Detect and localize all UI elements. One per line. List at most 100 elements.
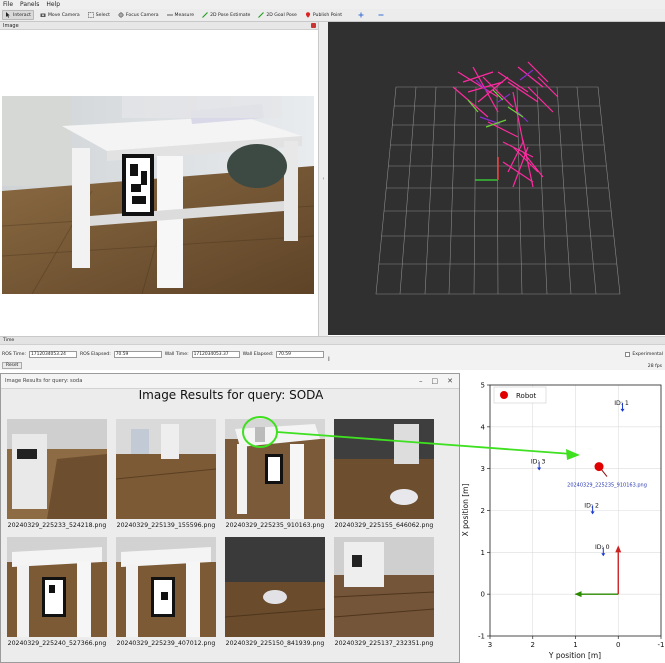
result-thumbnail-3[interactable] (225, 419, 325, 519)
menu-panels[interactable]: Panels (20, 0, 39, 9)
close-icon[interactable] (311, 23, 316, 28)
y-tick-label: 1 (481, 549, 485, 557)
experimental-label: Experimental (632, 352, 663, 357)
measure-icon (166, 14, 173, 16)
result-caption-7: 20240329_225150_841939.png (225, 640, 325, 647)
legend-robot-label: Robot (516, 392, 537, 400)
tool-interact[interactable]: Interact (2, 10, 34, 20)
menu-file[interactable]: File (3, 0, 13, 9)
wall-time-label: Wall Time: (164, 352, 189, 357)
result-caption-5: 20240329_225240_527366.png (7, 640, 107, 647)
x-tick-label: 1 (573, 641, 577, 649)
image-panel-title: Image (0, 22, 318, 30)
tool-goal-pose[interactable]: 2D Goal Pose (256, 10, 298, 20)
robot-position-marker (594, 462, 604, 472)
panel-splitter[interactable]: ‹ (319, 22, 328, 336)
maximize-icon[interactable]: □ (432, 377, 439, 385)
results-window-title: Image Results for query: soda (5, 378, 83, 384)
fps-readout: 28 fps (647, 364, 662, 369)
result-caption-1: 20240329_225233_524218.png (7, 522, 107, 529)
tool-select[interactable]: Select (86, 10, 112, 20)
robot-position-plot: 3 2 1 0 -1 -1 0 1 2 3 4 5 ID: 1 ID: 3 ID: 2 ID: 0 2024… (460, 373, 665, 663)
time-panel-title: Time (0, 337, 665, 345)
tool-label: 2D Goal Pose (266, 12, 297, 18)
goal-pose-icon (258, 12, 265, 18)
minimize-icon[interactable]: – (419, 377, 423, 385)
result-thumbnail-7[interactable] (225, 537, 325, 637)
tool-label: Select (95, 12, 110, 18)
tool-label: 2D Pose Estimate (210, 12, 251, 18)
interact-icon (6, 12, 10, 18)
tool-publish-point[interactable]: Publish Point (303, 10, 344, 20)
time-panel: Time ROS Time: 1712034053.24 ROS Elapsed… (0, 336, 665, 370)
y-tick-label: 3 (481, 465, 485, 473)
tool-move-camera[interactable]: Move Camera (38, 10, 82, 20)
result-caption-2: 20240329_225139_155596.png (116, 522, 216, 529)
time-fields-row: ROS Time: 1712034053.24 ROS Elapsed: 70.… (2, 351, 325, 358)
wall-elapsed-field[interactable]: 70.59 (276, 351, 325, 358)
experimental-toggle[interactable]: Experimental (625, 352, 663, 357)
x-tick-label: -1 (658, 641, 665, 649)
tool-measure[interactable]: Measure (165, 10, 197, 20)
y-axis-label: X position [m] (461, 484, 470, 537)
add-tool-icon (358, 12, 364, 18)
marker-id-label: ID: 1 (614, 400, 629, 407)
wall-elapsed-label: Wall Elapsed: (242, 352, 274, 357)
publish-point-icon (305, 12, 310, 18)
menu-bar: File Panels Help (0, 0, 665, 9)
result-thumbnail-5[interactable] (7, 537, 107, 637)
marker-id-label: ID: 3 (531, 458, 546, 465)
select-icon (87, 12, 94, 18)
close-icon[interactable]: ✕ (447, 377, 453, 385)
tool-label: Move Camera (47, 12, 80, 18)
tool-label: Interact (13, 12, 31, 18)
remove-tool-icon (378, 14, 384, 16)
y-tick-label: 5 (481, 382, 485, 390)
result-thumbnail-1[interactable] (7, 419, 107, 519)
reset-button[interactable]: Reset (2, 362, 23, 369)
x-tick-label: 3 (488, 641, 492, 649)
ros-time-label: ROS Time: (2, 352, 26, 357)
experimental-checkbox[interactable] (625, 352, 631, 357)
image-panel: Image (0, 22, 319, 336)
tool-pose-estimate[interactable]: 2D Pose Estimate (200, 10, 252, 20)
tool-label: Measure (174, 12, 195, 18)
y-tick-label: 4 (481, 423, 486, 431)
add-tool-button[interactable] (356, 10, 366, 20)
marker-id-label: ID: 0 (595, 544, 610, 551)
x-axis-label: Y position [m] (548, 651, 601, 660)
tool-label: Focus Camera (125, 12, 159, 18)
ros-elapsed-label: ROS Elapsed: (79, 352, 111, 357)
y-tick-label: 2 (481, 507, 485, 515)
y-tick-label: 0 (481, 591, 485, 599)
robot-image-label: 20240329_225235_910163.png (567, 483, 647, 489)
pose-estimate-icon (202, 12, 208, 18)
result-thumbnail-2[interactable] (116, 419, 216, 519)
move-camera-icon (40, 13, 46, 17)
result-thumbnail-8[interactable] (334, 537, 434, 637)
image-panel-title-text: Image (3, 23, 19, 29)
tool-focus-camera[interactable]: Focus Camera (116, 10, 161, 20)
result-thumbnail-6[interactable] (116, 537, 216, 637)
x-tick-label: 0 (616, 641, 620, 649)
window-controls: – □ ✕ (419, 377, 453, 385)
tool-label: Publish Point (312, 12, 343, 18)
ros-time-field[interactable]: 1712034053.24 (28, 351, 77, 358)
remove-tool-button[interactable] (376, 10, 386, 20)
result-thumbnail-4[interactable] (334, 419, 434, 519)
rviz-3d-viewport[interactable] (328, 22, 665, 335)
results-heading: Image Results for query: SODA (138, 388, 324, 402)
menu-help[interactable]: Help (46, 0, 60, 9)
result-caption-4: 20240329_225155_646062.png (334, 522, 434, 529)
ros-elapsed-field[interactable]: 70.59 (113, 351, 162, 358)
wall-time-field[interactable]: 1712034053.37 (191, 351, 240, 358)
result-caption-8: 20240329_225137_232351.png (334, 640, 434, 647)
legend-robot-marker (500, 391, 508, 399)
plot-legend: Robot (493, 386, 547, 404)
result-caption-6: 20240329_225239_407012.png (116, 640, 216, 647)
y-tick-label: -1 (478, 633, 485, 641)
image-results-window: Image Results for query: soda – □ ✕ Imag… (0, 373, 460, 663)
tools-toolbar: Interact Move Camera Select Focus Camera… (0, 9, 665, 22)
focus-camera-icon (117, 12, 124, 18)
x-tick-label: 2 (531, 641, 535, 649)
